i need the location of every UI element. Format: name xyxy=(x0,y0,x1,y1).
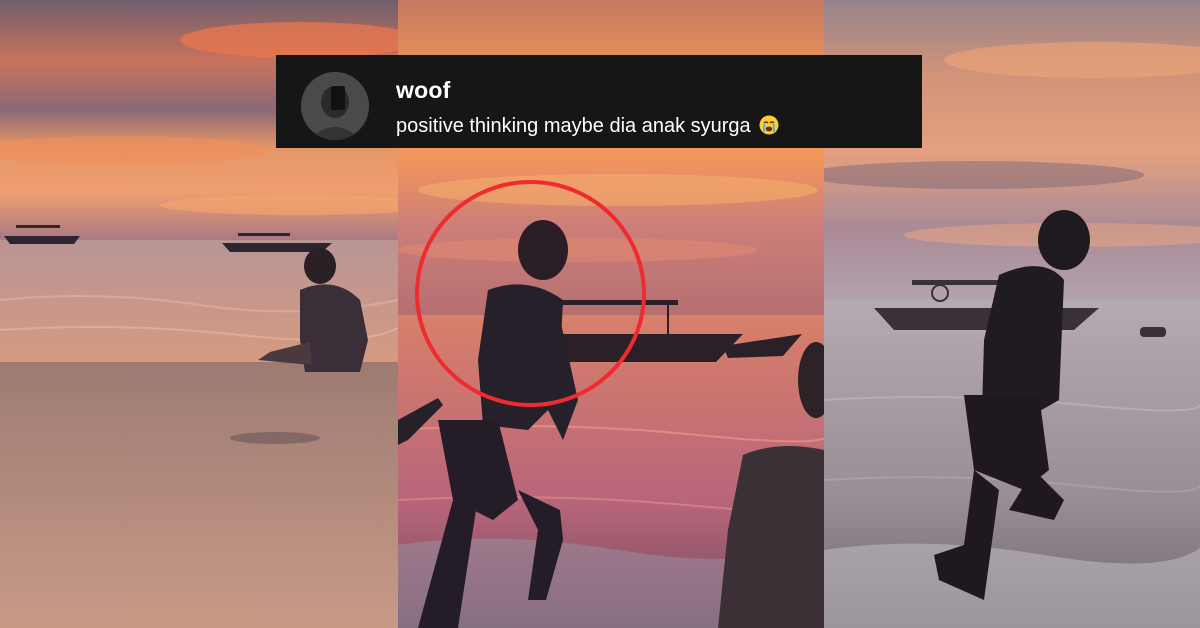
photo-collage: woof positive thinking maybe dia anak sy… xyxy=(0,0,1200,628)
commenter-avatar xyxy=(301,72,369,140)
comment-text-body: positive thinking maybe dia anak syurga xyxy=(396,115,751,137)
comment-text: positive thinking maybe dia anak syurga xyxy=(396,115,779,138)
loudly-crying-face-icon xyxy=(759,115,779,135)
highlight-circle xyxy=(415,180,646,407)
comment-overlay: woof positive thinking maybe dia anak sy… xyxy=(276,55,922,148)
comment-username: woof xyxy=(396,77,451,103)
